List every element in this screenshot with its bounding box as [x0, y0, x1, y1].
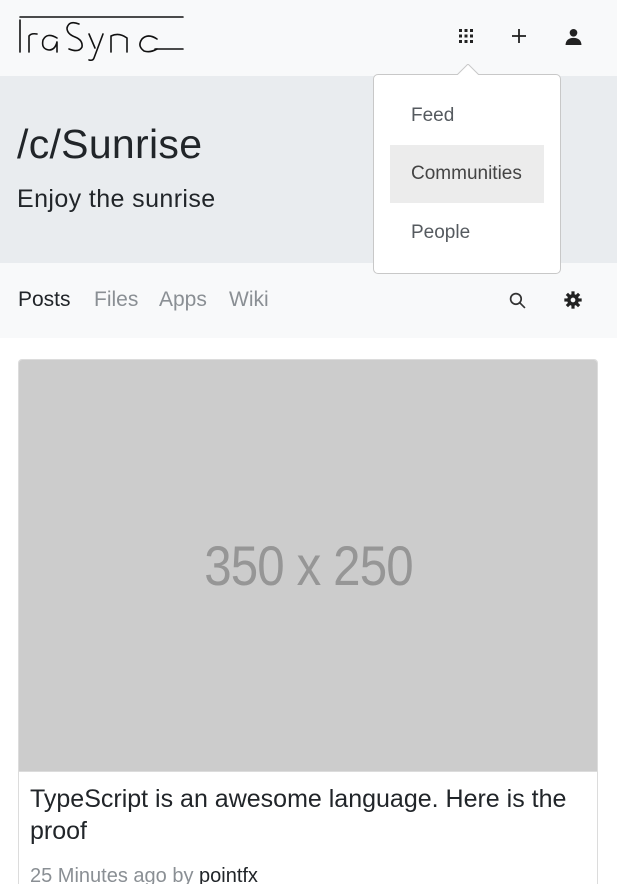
tab-apps[interactable]: Apps [159, 288, 207, 312]
community-tabs: Posts Files Apps Wiki [0, 263, 617, 338]
top-navbar [0, 0, 617, 76]
apps-dropdown-menu: Feed Communities People [373, 74, 561, 274]
search-icon [509, 292, 526, 309]
tab-wiki[interactable]: Wiki [229, 288, 269, 312]
search-button[interactable] [502, 285, 532, 315]
post-author-link[interactable]: pointfx [199, 865, 258, 884]
community-description: Enjoy the sunrise [17, 185, 216, 213]
tab-posts[interactable]: Posts [18, 288, 71, 312]
menu-item-people[interactable]: People [390, 204, 544, 262]
apps-menu-button[interactable] [450, 20, 482, 52]
user-icon [565, 28, 581, 45]
user-menu-button[interactable] [557, 20, 589, 52]
post-title[interactable]: TypeScript is an awesome language. Here … [30, 783, 585, 847]
community-settings-button[interactable] [558, 285, 588, 315]
gear-icon [564, 291, 582, 309]
post-image-placeholder: 350 x 250 [19, 360, 597, 772]
placeholder-label: 350 x 250 [203, 534, 413, 597]
dropdown-caret [457, 64, 479, 75]
grid-icon [459, 29, 473, 43]
add-button[interactable] [503, 20, 535, 52]
tab-files[interactable]: Files [94, 288, 138, 312]
irasync-logo[interactable] [17, 12, 187, 62]
plus-icon [512, 29, 526, 43]
community-title: /c/Sunrise [17, 121, 203, 167]
post-card[interactable]: 350 x 250 TypeScript is an awesome langu… [18, 359, 598, 884]
post-meta: 25 Minutes ago by pointfx [30, 865, 258, 884]
menu-item-communities[interactable]: Communities [390, 145, 544, 203]
menu-item-feed[interactable]: Feed [390, 87, 544, 145]
post-time: 25 Minutes ago by [30, 865, 194, 884]
